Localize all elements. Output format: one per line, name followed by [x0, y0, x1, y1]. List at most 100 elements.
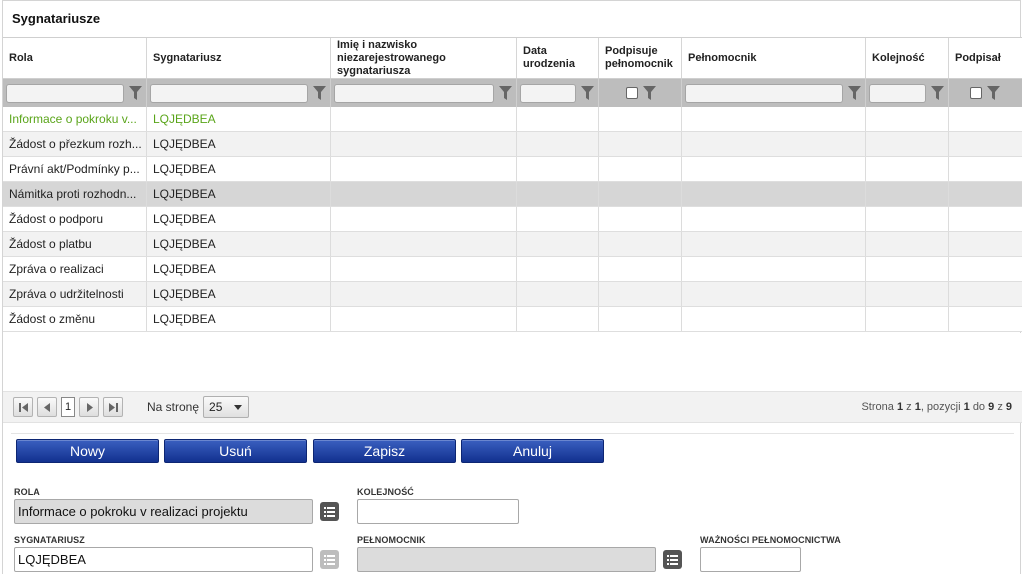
current-page-input[interactable]: 1	[61, 397, 75, 417]
column-header-signed[interactable]: Podpisał	[949, 38, 1022, 78]
grid-header: Rola Sygnatariusz Imię i nazwisko niezar…	[3, 37, 1022, 79]
filter-cell-rola	[3, 79, 147, 107]
pager-info-to-word: do	[972, 401, 986, 413]
list-icon[interactable]	[320, 502, 339, 521]
pelnomocnik-label: PEŁNOMOCNIK	[357, 535, 426, 545]
table-row[interactable]: Žádost o platbu LQJĘDBEA	[3, 232, 1022, 257]
table-cell	[331, 282, 517, 306]
funnel-icon[interactable]	[929, 85, 945, 101]
table-cell: LQJĘDBEA	[147, 282, 331, 306]
table-cell	[866, 132, 949, 156]
table-cell: Žádost o podporu	[3, 207, 147, 231]
table-cell	[866, 107, 949, 131]
divider	[11, 433, 1014, 434]
table-cell	[866, 157, 949, 181]
funnel-icon[interactable]	[127, 85, 143, 101]
table-cell: Informace o pokroku v...	[3, 107, 147, 131]
prev-page-icon[interactable]	[37, 397, 57, 417]
table-row[interactable]: Žádost o změnu LQJĘDBEA	[3, 307, 1022, 332]
rola-label: ROLA	[14, 487, 40, 497]
rola-field[interactable]: Informace o pokroku v realizaci projektu	[14, 499, 313, 524]
table-cell	[331, 132, 517, 156]
pager-info-from: 1	[963, 401, 970, 413]
chevron-down-icon	[234, 405, 243, 410]
funnel-icon[interactable]	[846, 85, 862, 101]
funnel-icon[interactable]	[311, 85, 327, 101]
per-page-label: Na stronę	[147, 400, 200, 414]
last-page-icon[interactable]	[103, 397, 123, 417]
table-row[interactable]: Žádost o přezkum rozh... LQJĘDBEA	[3, 132, 1022, 157]
table-cell	[517, 132, 599, 156]
table-cell: Zpráva o udržitelnosti	[3, 282, 147, 306]
table-cell	[949, 307, 1022, 331]
table-cell	[682, 157, 866, 181]
filter-input-sygnatariusz[interactable]	[150, 83, 308, 103]
column-header-sygnatariusz[interactable]: Sygnatariusz	[147, 38, 331, 78]
table-cell: LQJĘDBEA	[147, 132, 331, 156]
table-cell: LQJĘDBEA	[147, 157, 331, 181]
table-cell	[682, 182, 866, 206]
table-cell	[599, 282, 682, 306]
filter-row	[3, 79, 1022, 107]
table-cell: LQJĘDBEA	[147, 232, 331, 256]
first-page-icon[interactable]	[13, 397, 33, 417]
waznosci-label: WAŻNOŚCI PEŁNOMOCNICTWA	[700, 535, 841, 545]
signatories-grid: Rola Sygnatariusz Imię i nazwisko niezar…	[3, 37, 1022, 332]
column-header-order[interactable]: Kolejność	[866, 38, 949, 78]
table-cell	[331, 257, 517, 281]
list-icon[interactable]	[320, 550, 339, 569]
sygnatariusz-field[interactable]: LQJĘDBEA	[14, 547, 313, 572]
funnel-icon[interactable]	[985, 85, 1001, 101]
filter-cell-sygnatariusz	[147, 79, 331, 107]
filter-cell-proxy	[682, 79, 866, 107]
table-cell	[517, 157, 599, 181]
table-cell	[517, 207, 599, 231]
filter-cell-unregistered-name	[331, 79, 517, 107]
table-row[interactable]: Žádost o podporu LQJĘDBEA	[3, 207, 1022, 232]
filter-input-birth-date[interactable]	[520, 83, 576, 103]
pager: 1 Na stronę 25 Strona 1 z 1, pozycji 1 d…	[3, 391, 1022, 423]
column-header-unregistered-name[interactable]: Imię i nazwisko niezarejestrowanego sygn…	[331, 38, 517, 78]
pager-info-of: z	[906, 401, 912, 413]
grid-empty-area	[3, 333, 1022, 391]
cancel-button[interactable]: Anuluj	[461, 439, 604, 463]
funnel-icon[interactable]	[641, 85, 657, 101]
column-header-birth-date[interactable]: Data urodzenia	[517, 38, 599, 78]
next-page-icon[interactable]	[79, 397, 99, 417]
table-row[interactable]: Informace o pokroku v... LQJĘDBEA	[3, 107, 1022, 132]
column-header-rola[interactable]: Rola	[3, 38, 147, 78]
funnel-icon[interactable]	[579, 85, 595, 101]
table-cell	[599, 157, 682, 181]
filter-input-order[interactable]	[869, 83, 926, 103]
waznosci-field[interactable]	[700, 547, 801, 572]
column-header-proxy-signs[interactable]: Podpisuje pełnomocnik	[599, 38, 682, 78]
column-header-proxy[interactable]: Pełnomocnik	[682, 38, 866, 78]
per-page-select[interactable]: 25	[203, 396, 250, 418]
save-button[interactable]: Zapisz	[313, 439, 456, 463]
filter-checkbox-proxy-signs[interactable]	[626, 87, 638, 99]
table-cell	[517, 282, 599, 306]
filter-input-unregistered-name[interactable]	[334, 83, 494, 103]
table-cell	[517, 307, 599, 331]
filter-checkbox-signed[interactable]	[970, 87, 982, 99]
table-cell: Zpráva o realizaci	[3, 257, 147, 281]
table-cell	[949, 132, 1022, 156]
table-cell	[331, 232, 517, 256]
list-icon[interactable]	[663, 550, 682, 569]
pelnomocnik-field[interactable]	[357, 547, 656, 572]
table-cell	[517, 232, 599, 256]
kolejnosc-field[interactable]	[357, 499, 519, 524]
delete-button[interactable]: Usuń	[164, 439, 307, 463]
table-row[interactable]: Zpráva o realizaci LQJĘDBEA	[3, 257, 1022, 282]
table-row[interactable]: Zpráva o udržitelnosti LQJĘDBEA	[3, 282, 1022, 307]
table-cell	[866, 307, 949, 331]
table-cell	[949, 232, 1022, 256]
funnel-icon[interactable]	[497, 85, 513, 101]
table-cell	[517, 107, 599, 131]
filter-input-proxy[interactable]	[685, 83, 843, 103]
table-row[interactable]: Námitka proti rozhodn... LQJĘDBEA	[3, 182, 1022, 207]
new-button[interactable]: Nowy	[16, 439, 159, 463]
table-cell	[682, 132, 866, 156]
filter-input-rola[interactable]	[6, 83, 124, 103]
table-row[interactable]: Právní akt/Podmínky p... LQJĘDBEA	[3, 157, 1022, 182]
